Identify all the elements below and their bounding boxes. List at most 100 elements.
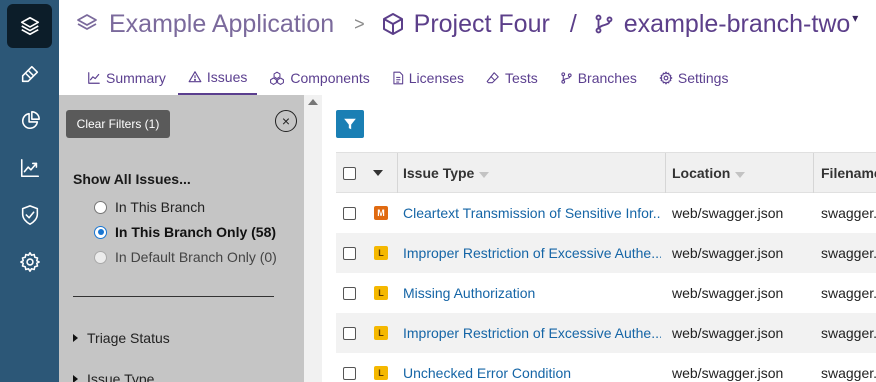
tab-bar: Summary Issues Components Licenses Tests… <box>77 60 740 95</box>
chart-line-icon <box>88 71 100 84</box>
table-row[interactable]: L Improper Restriction of Excessive Auth… <box>336 313 876 353</box>
tab-summary[interactable]: Summary <box>77 60 176 95</box>
radio-label: In This Branch <box>115 199 206 215</box>
radio-circle <box>94 200 107 214</box>
expand-triangle-icon <box>73 334 78 342</box>
row-checkbox[interactable] <box>343 206 356 220</box>
tab-components-label: Components <box>290 69 370 86</box>
location-cell: web/swagger.json <box>672 365 784 381</box>
clear-filters-button[interactable]: Clear Filters (1) <box>66 110 170 138</box>
location-cell: web/swagger.json <box>672 205 784 221</box>
trend-chart-icon <box>20 158 39 177</box>
radio-in-default-branch-only[interactable]: In Default Branch Only (0) <box>94 249 277 265</box>
row-checkbox[interactable] <box>343 326 356 340</box>
filter-divider <box>73 296 274 297</box>
column-header-filename[interactable]: Filename <box>821 153 876 193</box>
tab-settings[interactable]: Settings <box>649 60 739 95</box>
tab-branches[interactable]: Branches <box>550 60 647 95</box>
gear-icon <box>659 71 673 84</box>
file-text-icon <box>393 71 403 84</box>
nav-item-reports[interactable] <box>17 108 42 133</box>
tab-licenses[interactable]: Licenses <box>382 60 474 95</box>
tab-branches-label: Branches <box>577 69 637 86</box>
radio-label: In This Branch Only (58) <box>115 224 277 240</box>
tab-tests-label: Tests <box>505 69 538 86</box>
radio-circle-selected <box>94 225 107 239</box>
scroll-up-arrow-icon[interactable] <box>308 99 318 105</box>
row-checkbox[interactable] <box>343 286 356 300</box>
nav-item-security[interactable] <box>17 202 42 227</box>
chevron-down-icon <box>373 170 383 176</box>
git-branch-icon <box>561 71 572 84</box>
left-nav-rail <box>0 0 59 382</box>
tab-settings-label: Settings <box>677 69 729 86</box>
column-header-label: Location <box>672 165 731 181</box>
column-separator <box>813 153 814 193</box>
issue-type-link[interactable]: Improper Restriction of Excessive Authe.… <box>403 313 661 353</box>
radio-in-this-branch-only[interactable]: In This Branch Only (58) <box>94 224 276 240</box>
select-all-checkbox[interactable] <box>343 166 356 180</box>
sort-caret-icon <box>479 172 490 178</box>
breadcrumb-project[interactable]: Project Four <box>414 10 550 39</box>
nav-item-settings[interactable] <box>17 249 42 274</box>
filename-cell: swagger.json <box>821 285 876 301</box>
nav-item-trends[interactable] <box>17 155 42 180</box>
app-logo[interactable] <box>7 4 52 48</box>
table-header: Issue Type Location Filename <box>336 152 876 193</box>
radio-label: In Default Branch Only (0) <box>115 249 277 265</box>
warning-triangle-icon <box>188 70 202 82</box>
cube-icon <box>382 13 403 35</box>
expand-triangle-icon <box>73 375 78 382</box>
tab-components[interactable]: Components <box>259 60 379 95</box>
column-separator <box>665 153 666 193</box>
gear-icon <box>19 251 40 272</box>
table-row[interactable]: L Improper Restriction of Excessive Auth… <box>336 233 876 273</box>
severity-low-badge: L <box>374 366 388 380</box>
column-header-label: Filename <box>821 165 876 181</box>
breadcrumb-branch[interactable]: example-branch-two <box>624 10 851 39</box>
filter-section-triage-status[interactable]: Triage Status <box>73 330 170 346</box>
column-separator <box>397 153 398 193</box>
eraser-icon <box>486 71 499 83</box>
branch-dropdown-caret[interactable]: ▾ <box>852 11 858 25</box>
tab-licenses-label: Licenses <box>408 69 465 86</box>
show-all-issues-heading: Show All Issues... <box>73 171 191 187</box>
app-root: Example Application > Project Four / exa… <box>0 0 876 382</box>
column-header-location[interactable]: Location <box>672 153 746 193</box>
select-all-checkbox-cell <box>343 153 356 193</box>
issue-type-link[interactable]: Improper Restriction of Excessive Authe.… <box>403 233 661 273</box>
filename-cell: swagger.json <box>821 245 876 261</box>
table-row[interactable]: L Missing Authorization web/swagger.json… <box>336 273 876 313</box>
issue-type-link[interactable]: Unchecked Error Condition <box>403 353 661 382</box>
radio-in-this-branch[interactable]: In This Branch <box>94 199 205 215</box>
table-row[interactable]: L Unchecked Error Condition web/swagger.… <box>336 353 876 382</box>
breadcrumb: Example Application > Project Four / exa… <box>75 6 858 42</box>
breadcrumb-branch-separator: / <box>569 9 577 38</box>
tab-issues-label: Issues <box>206 68 248 85</box>
filter-panel-scrollbar[interactable] <box>304 95 322 382</box>
filename-cell: swagger.json <box>821 205 876 221</box>
layers-icon <box>77 14 97 30</box>
row-checkbox[interactable] <box>343 366 356 380</box>
breadcrumb-application[interactable]: Example Application <box>109 10 334 39</box>
tab-issues[interactable]: Issues <box>177 60 258 95</box>
toggle-filters-button[interactable] <box>336 110 364 138</box>
git-branch-icon <box>595 14 613 34</box>
severity-sort-header[interactable] <box>373 153 383 193</box>
issue-type-link[interactable]: Missing Authorization <box>403 273 661 313</box>
sort-caret-icon <box>735 172 746 178</box>
row-checkbox[interactable] <box>343 246 356 260</box>
layers-icon <box>20 16 39 36</box>
column-header-issue-type[interactable]: Issue Type <box>403 153 490 193</box>
nav-item-paint[interactable] <box>17 61 42 86</box>
filter-section-issue-type[interactable]: Issue Type <box>73 371 154 382</box>
pie-chart-icon <box>21 110 40 129</box>
close-filter-panel-button[interactable]: × <box>275 110 297 132</box>
issue-type-link[interactable]: Cleartext Transmission of Sensitive Info… <box>403 193 661 233</box>
column-header-label: Issue Type <box>403 165 475 181</box>
location-cell: web/swagger.json <box>672 325 784 341</box>
tab-tests[interactable]: Tests <box>476 60 548 95</box>
breadcrumb-separator: > <box>354 13 365 34</box>
filter-section-label: Triage Status <box>87 330 170 346</box>
table-row[interactable]: M Cleartext Transmission of Sensitive In… <box>336 193 876 233</box>
